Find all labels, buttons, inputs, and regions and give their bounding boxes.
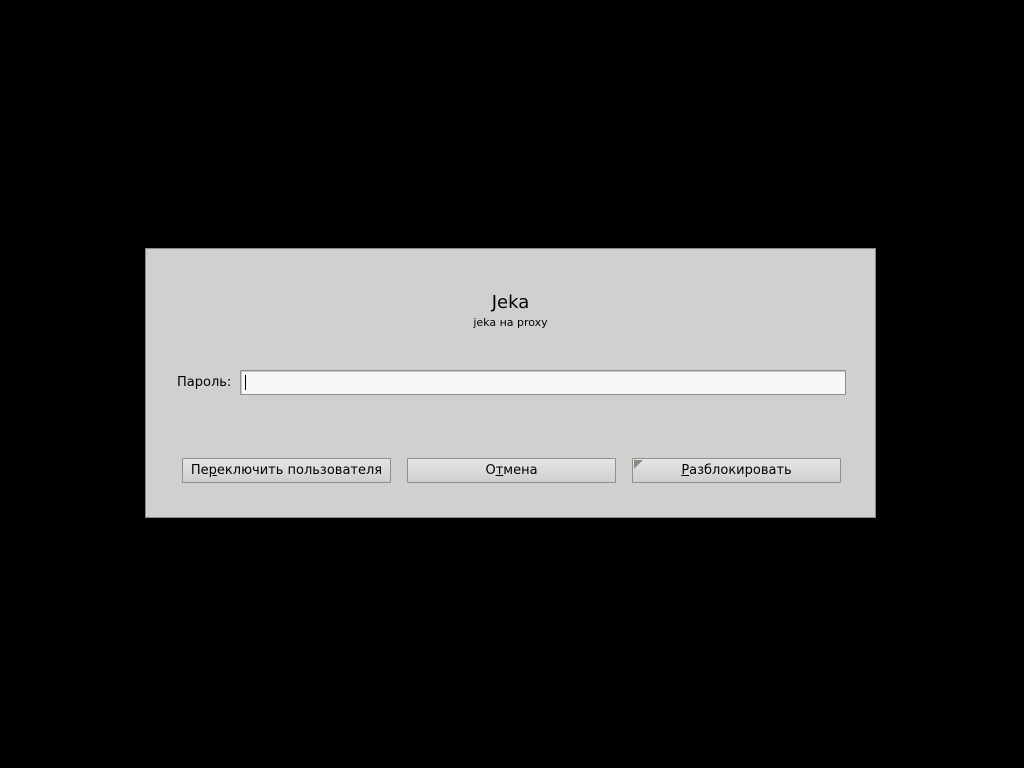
default-button-indicator	[634, 460, 643, 469]
unlock-button[interactable]: Разблокировать	[632, 458, 841, 483]
user-host-label: jeka на proxy	[473, 316, 548, 329]
switch-user-label-pre: Пе	[190, 463, 209, 478]
cancel-label-pre: О	[485, 463, 496, 478]
unlock-dialog: Jeka jeka на proxy Пароль: Переключить п…	[145, 248, 876, 518]
cancel-button[interactable]: Отмена	[407, 458, 616, 483]
unlock-label-post: азблокировать	[689, 463, 792, 478]
switch-user-button[interactable]: Переключить пользователя	[182, 458, 391, 483]
cancel-label-post: мена	[503, 463, 538, 478]
user-name: Jeka	[491, 292, 530, 313]
switch-user-mnemonic: р	[208, 463, 217, 478]
password-label: Пароль:	[177, 375, 232, 390]
unlock-mnemonic: Р	[681, 463, 690, 478]
text-caret	[245, 375, 246, 390]
password-field[interactable]	[240, 370, 846, 395]
screen-background: Jeka jeka на proxy Пароль: Переключить п…	[0, 0, 1024, 768]
switch-user-label-post: еключить пользователя	[216, 463, 383, 478]
